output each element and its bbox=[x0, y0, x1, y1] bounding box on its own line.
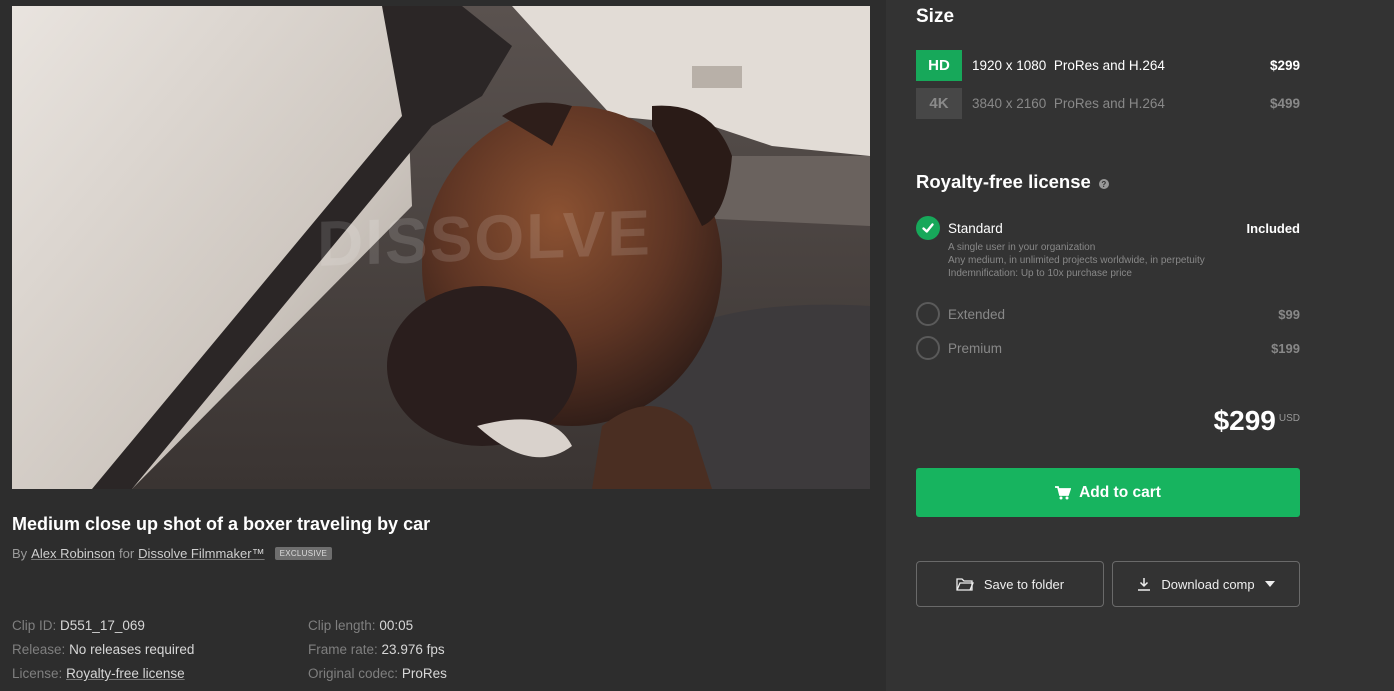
author-link[interactable]: Alex Robinson bbox=[31, 546, 115, 561]
size-heading: Size bbox=[916, 6, 955, 27]
meta-codec: Original codec: ProRes bbox=[308, 662, 447, 686]
license-price: $99 bbox=[1278, 306, 1300, 322]
radio-button[interactable] bbox=[916, 302, 940, 326]
size-tag: 4K bbox=[916, 87, 962, 119]
brand-link[interactable]: Dissolve Filmmaker™ bbox=[138, 546, 264, 561]
license-label: Extended bbox=[948, 306, 1006, 322]
license-link[interactable]: Royalty-free license bbox=[66, 666, 185, 681]
cart-icon bbox=[1055, 485, 1072, 499]
license-option-extended[interactable]: Extended $99 bbox=[916, 302, 1300, 326]
license-description: A single user in your organization Any m… bbox=[948, 241, 1218, 280]
license-label: Premium bbox=[948, 340, 1003, 356]
license-desc-line: A single user in your organization bbox=[948, 242, 1096, 253]
meta-value: 23.976 fps bbox=[381, 642, 445, 657]
size-option-4k[interactable]: 4K 3840 x 2160 ProRes and H.264 $499 bbox=[916, 87, 1300, 119]
total-price: $299 USD bbox=[1214, 405, 1300, 437]
clip-preview-image[interactable]: DISSOLVE bbox=[12, 6, 870, 489]
dissolve-watermark: DISSOLVE bbox=[317, 196, 652, 280]
caret-down-icon[interactable] bbox=[1264, 581, 1275, 587]
size-price: $499 bbox=[1269, 95, 1300, 111]
add-to-cart-button[interactable]: Add to cart bbox=[916, 468, 1300, 517]
save-to-folder-button[interactable]: Save to folder bbox=[916, 561, 1104, 607]
for-label: for bbox=[119, 546, 135, 561]
meta-license: License: Royalty-free license bbox=[12, 662, 194, 686]
license-heading-text: Royalty-free license bbox=[916, 171, 1091, 192]
by-label: By bbox=[12, 546, 28, 561]
folder-icon bbox=[956, 578, 974, 591]
download-comp-button[interactable]: Download comp bbox=[1112, 561, 1300, 607]
meta-clip-id: Clip ID: D551_17_069 bbox=[12, 614, 194, 638]
license-option-premium[interactable]: Premium $199 bbox=[916, 336, 1300, 360]
add-to-cart-label: Add to cart bbox=[1079, 483, 1161, 501]
total-amount: $299 bbox=[1213, 405, 1276, 436]
meta-value: D551_17_069 bbox=[60, 618, 145, 633]
save-to-folder-label: Save to folder bbox=[983, 576, 1065, 592]
meta-key: Clip ID: bbox=[12, 618, 57, 633]
question-circle-icon[interactable]: ? bbox=[1098, 179, 1109, 189]
license-option-standard[interactable]: Standard Included A single user in your … bbox=[916, 216, 1300, 280]
total-currency: USD bbox=[1278, 413, 1300, 424]
license-label: Standard bbox=[948, 220, 1003, 236]
exclusive-badge: EXCLUSIVE bbox=[274, 547, 333, 560]
license-price: Included bbox=[1246, 220, 1300, 236]
size-price: $299 bbox=[1269, 57, 1300, 73]
meta-key: Original codec: bbox=[308, 666, 399, 681]
meta-value: 00:05 bbox=[379, 618, 414, 633]
license-heading: Royalty-free license ? bbox=[916, 171, 1109, 193]
meta-key: Clip length: bbox=[308, 618, 376, 633]
clip-title: Medium close up shot of a boxer travelin… bbox=[12, 514, 431, 534]
clip-byline: By Alex Robinson for Dissolve Filmmaker™… bbox=[12, 546, 333, 561]
radio-button[interactable] bbox=[916, 336, 940, 360]
download-icon bbox=[1138, 578, 1151, 591]
checkmark-icon[interactable] bbox=[916, 216, 940, 240]
license-price: $199 bbox=[1271, 340, 1300, 356]
license-desc-line: Any medium, in unlimited projects worldw… bbox=[948, 255, 1205, 266]
license-desc-line: Indemnification: Up to 10x purchase pric… bbox=[948, 268, 1132, 279]
meta-release: Release: No releases required bbox=[12, 638, 194, 662]
download-comp-label: Download comp bbox=[1161, 576, 1255, 592]
size-resolution: 1920 x 1080 bbox=[972, 57, 1047, 73]
meta-clip-length: Clip length: 00:05 bbox=[308, 614, 447, 638]
meta-value: No releases required bbox=[69, 642, 195, 657]
size-resolution: 3840 x 2160 bbox=[972, 95, 1047, 111]
clip-meta-column-1: Clip ID: D551_17_069 Release: No release… bbox=[12, 614, 194, 686]
meta-key: Release: bbox=[12, 642, 66, 657]
clip-detail-panel: DISSOLVE Medium close up shot of a boxer… bbox=[0, 0, 886, 691]
size-tag: HD bbox=[916, 49, 962, 81]
meta-frame-rate: Frame rate: 23.976 fps bbox=[308, 638, 447, 662]
size-option-hd[interactable]: HD 1920 x 1080 ProRes and H.264 $299 bbox=[916, 49, 1300, 81]
clip-meta-column-2: Clip length: 00:05 Frame rate: 23.976 fp… bbox=[308, 614, 447, 686]
size-codec: ProRes and H.264 bbox=[1053, 57, 1165, 73]
purchase-panel: Size HD 1920 x 1080 ProRes and H.264 $29… bbox=[886, 0, 1394, 691]
size-codec: ProRes and H.264 bbox=[1053, 95, 1165, 111]
meta-key: Frame rate: bbox=[308, 642, 378, 657]
meta-value: ProRes bbox=[401, 666, 447, 681]
meta-key: License: bbox=[12, 666, 63, 681]
